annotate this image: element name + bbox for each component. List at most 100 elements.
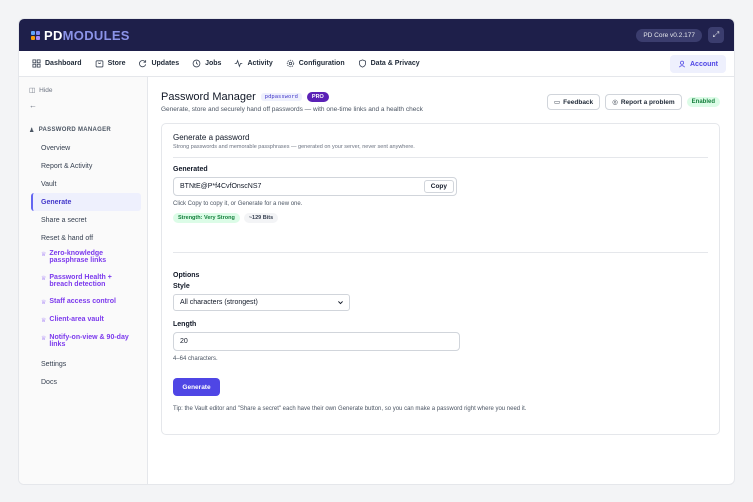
length-label: Length (173, 321, 197, 328)
length-hint: 4–64 characters. (173, 356, 218, 362)
refresh-icon (139, 60, 147, 68)
top-right: PD Core v0.2.177 ⤢ (636, 27, 724, 43)
options-label: Options (173, 272, 200, 279)
card-subtitle: Strong passwords and memorable passphras… (173, 144, 415, 150)
nav-data-privacy[interactable]: Data & Privacy (353, 55, 425, 72)
nav-activity[interactable]: Activity (229, 55, 277, 72)
people-icon: ♟ (29, 127, 35, 134)
hide-sidebar-button[interactable]: ◫ Hide (29, 85, 141, 95)
feedback-label: Feedback (563, 98, 594, 106)
shield-icon (358, 59, 366, 68)
length-input[interactable]: 20 (173, 332, 460, 351)
sidebar-item-settings[interactable]: Settings (31, 355, 141, 373)
sidebar-item-label: Zero-knowledge passphrase links (49, 250, 107, 264)
sidebar-item-report-activity[interactable]: Report & Activity (31, 157, 141, 175)
strength-badge: Strength: Very Strong (173, 213, 240, 223)
style-select-value: All characters (strongest) (180, 299, 258, 306)
sidebar-item-docs[interactable]: Docs (31, 373, 141, 391)
sidebar-item-password-health[interactable]: ♕ Password Health + breach detection (31, 271, 141, 295)
pro-badge: PRO (306, 92, 329, 102)
nav-updates[interactable]: Updates (133, 55, 184, 72)
crown-icon: ♕ (41, 252, 47, 258)
nav-dashboard[interactable]: Dashboard (27, 55, 87, 72)
feedback-button[interactable]: ▭ Feedback (547, 94, 601, 110)
app-window: PDMODULES PD Core v0.2.177 ⤢ Dashboard S… (18, 18, 735, 485)
crown-icon: ♕ (41, 300, 47, 306)
report-label: Report a problem (620, 98, 675, 106)
sidebar-menu: Overview Report & Activity Vault Generat… (31, 139, 141, 391)
page-title-row: Password Manager pdpassword PRO (161, 91, 423, 103)
page-subtitle: Generate, store and securely hand off pa… (161, 106, 423, 113)
sidebar-item-zero-knowledge[interactable]: ♕ Zero-knowledge passphrase links (31, 247, 141, 271)
brand-modules: MODULES (62, 27, 130, 43)
crown-icon: ♕ (41, 318, 47, 324)
nav-jobs[interactable]: Jobs (187, 55, 226, 72)
nav-jobs-label: Jobs (205, 60, 222, 67)
chevron-down-icon (338, 301, 343, 305)
brand-pd: PD (44, 27, 63, 43)
card-title: Generate a password (173, 133, 250, 142)
nav-data-privacy-label: Data & Privacy (370, 60, 420, 67)
crown-icon: ♕ (41, 336, 47, 342)
version-badge: PD Core v0.2.177 (636, 28, 702, 42)
nav-configuration-label: Configuration (298, 60, 345, 67)
content-body: ◫ Hide ← ♟ PASSWORD MANAGER Overview Rep… (19, 77, 734, 484)
generated-label: Generated (173, 166, 208, 173)
sidebar-item-staff-access[interactable]: ♕ Staff access control (31, 295, 141, 313)
crown-icon: ♕ (41, 276, 47, 282)
sidebar-item-label: Staff access control (49, 298, 116, 305)
store-icon (95, 60, 103, 68)
tip-text: Tip: the Vault editor and "Share a secre… (173, 406, 527, 412)
style-select[interactable]: All characters (strongest) (173, 294, 350, 311)
copy-hint: Click Copy to copy it, or Generate for a… (173, 201, 303, 207)
divider (173, 157, 708, 158)
nav-configuration[interactable]: Configuration (281, 55, 350, 72)
nav-activity-label: Activity (247, 60, 273, 67)
sidebar: ◫ Hide ← ♟ PASSWORD MANAGER Overview Rep… (19, 77, 148, 484)
nav-dashboard-label: Dashboard (45, 60, 82, 67)
brand-wordmark: PDMODULES (44, 28, 130, 43)
main-content: Password Manager pdpassword PRO Generate… (148, 77, 734, 484)
back-arrow-icon[interactable]: ← (29, 101, 141, 111)
sidebar-item-label: Client-area vault (49, 316, 104, 323)
expand-icon[interactable]: ⤢ (708, 27, 724, 43)
page-header: Password Manager pdpassword PRO Generate… (161, 91, 720, 113)
logo-mark-icon (31, 30, 40, 40)
top-bar: PDMODULES PD Core v0.2.177 ⤢ (19, 19, 734, 51)
copy-button[interactable]: Copy (423, 180, 454, 193)
strength-badges: Strength: Very Strong ~129 Bits (173, 213, 708, 223)
main-nav: Dashboard Store Updates Jobs Activity Co… (19, 51, 734, 77)
generate-button[interactable]: Generate (173, 378, 220, 396)
section-title-label: PASSWORD MANAGER (38, 127, 112, 133)
account-label: Account (690, 60, 718, 68)
clock-icon (192, 59, 201, 68)
sidebar-section-title: ♟ PASSWORD MANAGER (29, 125, 141, 135)
account-button[interactable]: Account (670, 55, 726, 73)
sidebar-item-notify-on-view[interactable]: ♕ Notify-on-view & 90-day links (31, 331, 141, 355)
brand-logo[interactable]: PDMODULES (31, 28, 130, 43)
user-icon (678, 60, 686, 68)
sidebar-item-generate[interactable]: Generate (31, 193, 141, 211)
bits-badge: ~129 Bits (243, 213, 279, 223)
lifebuoy-icon: ◎ (612, 99, 618, 106)
page-title: Password Manager (161, 91, 256, 103)
dashboard-icon (32, 59, 41, 68)
generated-password-field[interactable]: BTNtE@P*f4CvfOnscNS7 Copy (173, 177, 457, 196)
sidebar-item-share-secret[interactable]: Share a secret (31, 211, 141, 229)
status-badge: Enabled (686, 97, 720, 107)
sidebar-item-label: Notify-on-view & 90-day links (49, 334, 129, 348)
style-label: Style (173, 283, 190, 290)
sidebar-item-vault[interactable]: Vault (31, 175, 141, 193)
message-icon: ▭ (554, 99, 561, 106)
divider (173, 252, 708, 253)
sidebar-item-label: Password Health + breach detection (49, 274, 112, 288)
sidebar-item-client-vault[interactable]: ♕ Client-area vault (31, 313, 141, 331)
report-problem-button[interactable]: ◎ Report a problem (605, 94, 682, 110)
nav-updates-label: Updates (151, 60, 180, 67)
nav-store-label: Store (107, 60, 126, 67)
generate-card: Generate a password Strong passwords and… (161, 123, 720, 435)
sidebar-item-reset-hand-off[interactable]: Reset & hand off (31, 229, 141, 247)
page-actions: ▭ Feedback ◎ Report a problem Enabled (547, 94, 720, 110)
nav-store[interactable]: Store (90, 55, 131, 72)
sidebar-item-overview[interactable]: Overview (31, 139, 141, 157)
